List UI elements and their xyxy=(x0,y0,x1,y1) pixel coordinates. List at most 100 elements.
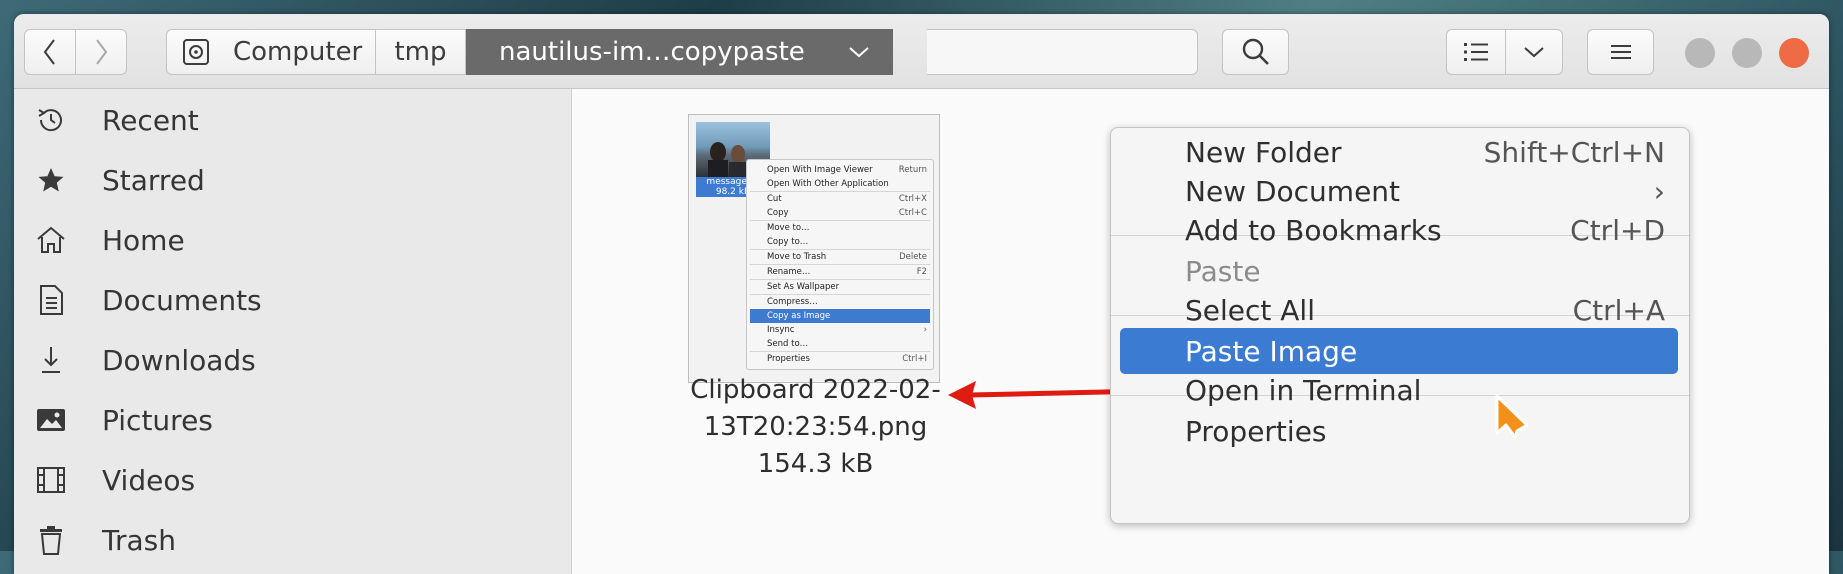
thumbnail-menu-item-label: Move to… xyxy=(767,223,810,233)
thumbnail-menu-item-label: Compress… xyxy=(767,297,818,307)
menu-item-open-in-terminal[interactable]: Open in Terminal xyxy=(1111,367,1689,413)
sidebar-item-label: Trash xyxy=(102,523,176,557)
menu-item-label: Add to Bookmarks xyxy=(1185,213,1442,247)
menu-item-shortcut: Shift+Ctrl+N xyxy=(1483,135,1665,169)
thumbnail-menu-item-shortcut: Ctrl+I xyxy=(902,354,927,364)
menu-item-label: Select All xyxy=(1185,293,1315,327)
thumbnail-menu-item-label: Open With Other Application xyxy=(767,179,889,189)
thumbnail-menu-item-shortcut: F2 xyxy=(916,267,927,277)
thumbnail-menu-item: Properties Ctrl+I xyxy=(747,352,933,366)
file-thumbnail[interactable]: messages_( 98.2 kB Open With Image Viewe… xyxy=(688,114,940,383)
thumbnail-menu-item: Insync › xyxy=(747,323,933,337)
menu-item-label: New Folder xyxy=(1185,135,1342,169)
clock-icon xyxy=(34,103,68,137)
file-size: 154.3 kB xyxy=(757,449,874,479)
thumbnail-menu-item-label: Rename… xyxy=(767,267,811,277)
thumbnail-menu-item-label: Cut xyxy=(767,194,782,204)
thumbnail-menu-item-shortcut: Delete xyxy=(899,252,927,262)
list-view-icon xyxy=(1464,43,1488,61)
chevron-down-icon xyxy=(1524,47,1544,58)
menu-item-shortcut: Ctrl+D xyxy=(1570,213,1665,247)
thumbnail-menu-item: Cut Ctrl+X xyxy=(747,192,933,206)
thumbnail-menu-item-label: Copy to… xyxy=(767,237,809,247)
sidebar-item-label: Downloads xyxy=(102,343,256,377)
thumbnail-menu-item-label: Copy xyxy=(767,208,789,218)
chevron-right-icon xyxy=(96,39,108,65)
thumbnail-menu-item: Set As Wallpaper xyxy=(747,280,933,294)
home-icon xyxy=(34,223,68,257)
minimize-button[interactable] xyxy=(1685,38,1715,68)
thumbnail-menu-item: Move to… xyxy=(747,221,933,235)
drive-icon xyxy=(183,39,209,65)
film-icon xyxy=(34,463,68,497)
header-bar: Computer tmp nautilus-im…copypaste xyxy=(14,14,1829,89)
sidebar-item-starred[interactable]: Starred xyxy=(14,152,571,208)
main-menu-button[interactable] xyxy=(1587,29,1654,75)
sidebar-item-trash[interactable]: Trash xyxy=(14,512,571,568)
menu-item-label: Open in Terminal xyxy=(1185,373,1422,407)
thumbnail-menu-item-label: Set As Wallpaper xyxy=(767,282,840,292)
thumbnail-menu-item-label: Send to… xyxy=(767,339,809,349)
sidebar-item-documents[interactable]: Documents xyxy=(14,272,571,328)
path-bar: Computer tmp nautilus-im…copypaste xyxy=(166,29,893,75)
chevron-down-icon xyxy=(849,47,869,58)
mouse-cursor-icon xyxy=(1495,394,1529,439)
sidebar-item-home[interactable]: Home xyxy=(14,212,571,268)
search-icon xyxy=(1242,38,1269,65)
back-button[interactable] xyxy=(24,29,76,75)
download-icon xyxy=(34,343,68,377)
path-bar-empty-area[interactable] xyxy=(927,29,1198,75)
menu-item-label: New Document xyxy=(1185,174,1401,208)
menu-item-properties[interactable]: Properties xyxy=(1111,408,1689,454)
sidebar-item-recent[interactable]: Recent xyxy=(14,92,571,148)
thumbnail-menu-item-label: Properties xyxy=(767,354,810,364)
sidebar-item-label: Recent xyxy=(102,103,199,137)
crumb-computer[interactable]: Computer xyxy=(166,29,376,75)
sidebar-item-label: Documents xyxy=(102,283,262,317)
view-options-button[interactable] xyxy=(1505,29,1563,75)
file-name-line-1: Clipboard 2022-02- xyxy=(690,375,941,405)
search-button[interactable] xyxy=(1222,29,1289,75)
thumbnail-menu-item-shortcut: › xyxy=(923,325,927,335)
file-name-label[interactable]: Clipboard 2022-02- 13T20:23:54.png 154.3… xyxy=(618,372,1013,483)
thumbnail-menu-item: Move to Trash Delete xyxy=(747,250,933,264)
forward-button[interactable] xyxy=(75,29,127,75)
view-mode-button[interactable] xyxy=(1446,29,1506,75)
thumbnail-menu-item-shortcut: Return xyxy=(898,165,927,175)
thumbnail-menu-item-label: Copy as Image xyxy=(767,311,831,321)
thumbnail-menu-item: Open With Other Application xyxy=(747,177,933,191)
thumbnail-menu-item: Open With Image Viewer Return xyxy=(747,163,933,177)
chevron-left-icon xyxy=(43,39,55,65)
thumbnail-menu-item: Copy Ctrl+C xyxy=(747,206,933,220)
maximize-button[interactable] xyxy=(1732,38,1762,68)
sidebar-item-videos[interactable]: Videos xyxy=(14,452,571,508)
thumbnail-menu-item: Copy to… xyxy=(747,235,933,249)
menu-item-shortcut: Ctrl+A xyxy=(1572,293,1665,327)
thumbnail-menu-item: Rename… F2 xyxy=(747,265,933,279)
trash-icon xyxy=(34,523,68,557)
thumbnail-menu-item-shortcut: Ctrl+C xyxy=(898,208,927,218)
thumbnail-menu-item-label: Move to Trash xyxy=(767,252,827,262)
sidebar-item-downloads[interactable]: Downloads xyxy=(14,332,571,388)
crumb-label: Computer xyxy=(233,37,363,67)
crumb-tmp[interactable]: tmp xyxy=(376,29,466,75)
close-button[interactable] xyxy=(1779,38,1809,68)
sidebar-item-label: Home xyxy=(102,223,185,257)
sidebar-item-label: Starred xyxy=(102,163,205,197)
menu-item-select-all[interactable]: Select All Ctrl+A xyxy=(1111,287,1689,333)
star-icon xyxy=(34,163,68,197)
places-sidebar: Recent Starred Home Documents Downloads xyxy=(14,89,572,574)
background-context-menu: New Folder Shift+Ctrl+N New Document › Add t… xyxy=(1110,127,1690,524)
menu-item-label: Paste xyxy=(1185,254,1261,288)
thumbnail-menu-item: Compress… xyxy=(747,295,933,309)
menu-item-add-to-bookmarks[interactable]: Add to Bookmarks Ctrl+D xyxy=(1111,207,1689,253)
crumb-current-folder[interactable]: nautilus-im…copypaste xyxy=(466,29,893,75)
hamburger-menu-icon xyxy=(1610,45,1631,59)
thumbnail-menu-item-shortcut: Ctrl+X xyxy=(898,194,927,204)
thumbnail-menu-item-label: Open With Image Viewer xyxy=(767,165,873,175)
sidebar-item-pictures[interactable]: Pictures xyxy=(14,392,571,448)
menu-item-shortcut: › xyxy=(1653,174,1665,208)
crumb-label: tmp xyxy=(394,37,447,67)
thumbnail-menu-item: Send to… xyxy=(747,337,933,351)
thumbnail-context-menu: Open With Image Viewer Return Open With Ot… xyxy=(746,159,934,370)
